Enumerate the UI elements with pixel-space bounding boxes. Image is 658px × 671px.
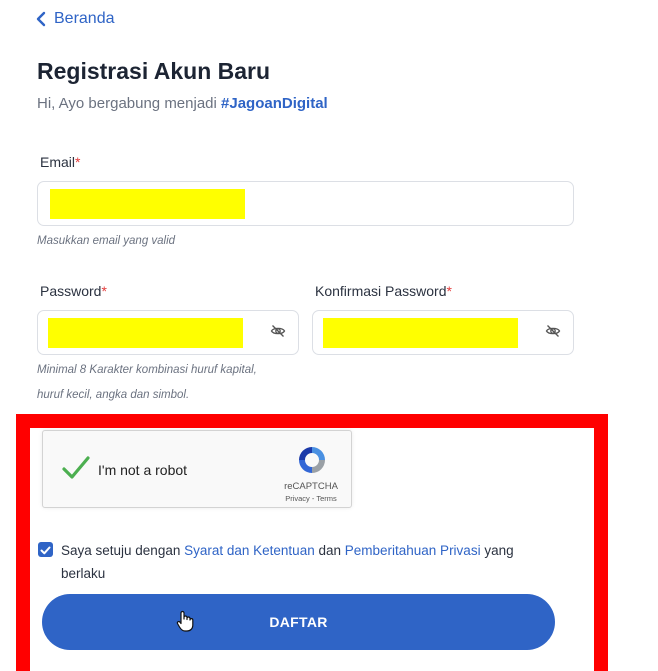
eye-off-icon[interactable] — [270, 323, 286, 339]
password-hint-line-2: huruf kecil, angka dan simbol. — [37, 389, 190, 401]
email-field[interactable]: redacted — [37, 181, 574, 226]
email-label: Email* — [40, 154, 80, 170]
password-hint-line-1: Minimal 8 Karakter kombinasi huruf kapit… — [37, 364, 257, 376]
checkmark-icon[interactable] — [61, 453, 91, 483]
recaptcha-brand: reCAPTCHA — [284, 481, 338, 492]
hand-pointer-icon — [176, 610, 194, 632]
register-button[interactable]: DAFTAR — [42, 594, 555, 650]
recaptcha-widget: I'm not a robot reCAPTCHA Privacy - Term… — [42, 430, 352, 508]
email-hint: Masukkan email yang valid — [37, 235, 176, 247]
password-field[interactable]: redacted — [37, 310, 299, 355]
email-value-redacted: redacted — [50, 189, 245, 219]
password-label-text: Password — [40, 283, 102, 299]
confirm-password-label: Konfirmasi Password* — [315, 283, 452, 299]
terms-link[interactable]: Syarat dan Ketentuan — [184, 543, 315, 558]
agreement-middle: dan — [314, 543, 345, 558]
required-mark: * — [446, 283, 452, 299]
required-mark: * — [75, 154, 81, 170]
back-link-label: Beranda — [54, 10, 115, 27]
password-label: Password* — [40, 283, 107, 299]
recaptcha-links[interactable]: Privacy - Terms — [273, 494, 349, 503]
agreement-prefix: Saya setuju dengan — [61, 543, 185, 558]
confirm-password-label-text: Konfirmasi Password — [315, 283, 447, 299]
subtitle-hashtag: #JagoanDigital — [221, 95, 328, 112]
required-mark: * — [101, 283, 107, 299]
recaptcha-label: I'm not a robot — [98, 462, 188, 478]
checkmark-icon — [40, 546, 51, 555]
confirm-password-value-redacted: redacted — [323, 318, 518, 348]
agreement-checkbox[interactable] — [38, 542, 53, 557]
page-subtitle: Hi, Ayo bergabung menjadi #JagoanDigital — [37, 95, 328, 112]
password-hint: Minimal 8 Karakter kombinasi huruf kapit… — [37, 358, 257, 408]
recaptcha-logo-icon — [299, 447, 325, 473]
back-link[interactable]: Beranda — [36, 10, 115, 28]
subtitle-text: Hi, Ayo bergabung menjadi — [37, 95, 222, 112]
page-title: Registrasi Akun Baru — [37, 58, 271, 84]
agreement-text: Saya setuju dengan Syarat dan Ketentuan … — [61, 539, 558, 585]
privacy-link[interactable]: Pemberitahuan Privasi — [345, 543, 481, 558]
register-button-label: DAFTAR — [269, 614, 328, 630]
confirm-password-field[interactable]: redacted — [312, 310, 574, 355]
eye-off-icon[interactable] — [545, 323, 561, 339]
agreement-row: Saya setuju dengan Syarat dan Ketentuan … — [38, 539, 558, 585]
password-value-redacted: redacted — [48, 318, 243, 348]
email-label-text: Email — [40, 154, 76, 170]
chevron-left-icon — [36, 11, 46, 27]
